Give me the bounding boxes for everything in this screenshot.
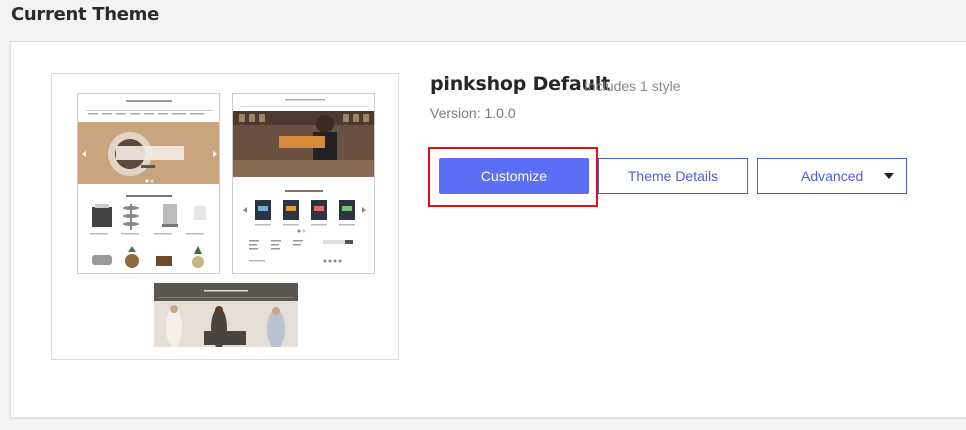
caret-down-icon <box>884 173 894 179</box>
preview-thumbnail-home <box>77 93 220 274</box>
theme-preview <box>51 73 399 360</box>
preview-thumbnail-fashion <box>154 283 298 347</box>
advanced-label: Advanced <box>801 168 864 184</box>
customize-button[interactable]: Customize <box>439 158 589 194</box>
advanced-dropdown-button[interactable]: Advanced <box>757 158 907 194</box>
theme-version: Version: 1.0.0 <box>430 105 516 121</box>
section-title: Current Theme <box>11 4 160 25</box>
theme-details-button[interactable]: Theme Details <box>598 158 748 194</box>
preview-thumbnail-coffee <box>232 93 375 274</box>
theme-styles-count: Includes 1 style <box>584 78 681 94</box>
